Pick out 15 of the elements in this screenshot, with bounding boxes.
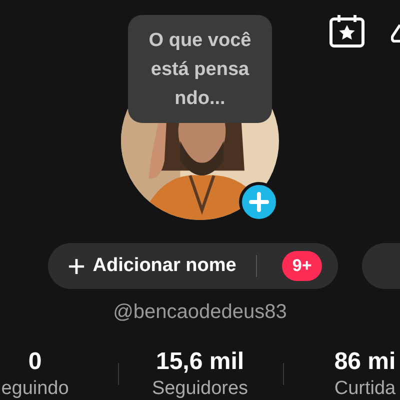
bubble-text: está pensa [150,58,250,82]
bubble-text: ndo... [174,86,226,110]
username: @bencaodedeus83 [113,300,287,325]
add-name-button[interactable]: Adicionar nome 9+ [48,243,338,289]
stat-label: eguindo [1,377,69,400]
notification-badge: 9+ [282,251,322,281]
plus-icon [68,258,85,274]
calendar-star-icon[interactable] [329,14,365,48]
stat-label: Seguidores [152,377,248,400]
stat-value: 86 mi [334,347,396,377]
stat-label: Curtida [334,377,396,400]
stat-value: 0 [28,347,42,377]
plus-icon [249,192,269,212]
stat-value: 15,6 mil [156,347,244,377]
bubble-text: O que você [148,28,252,52]
